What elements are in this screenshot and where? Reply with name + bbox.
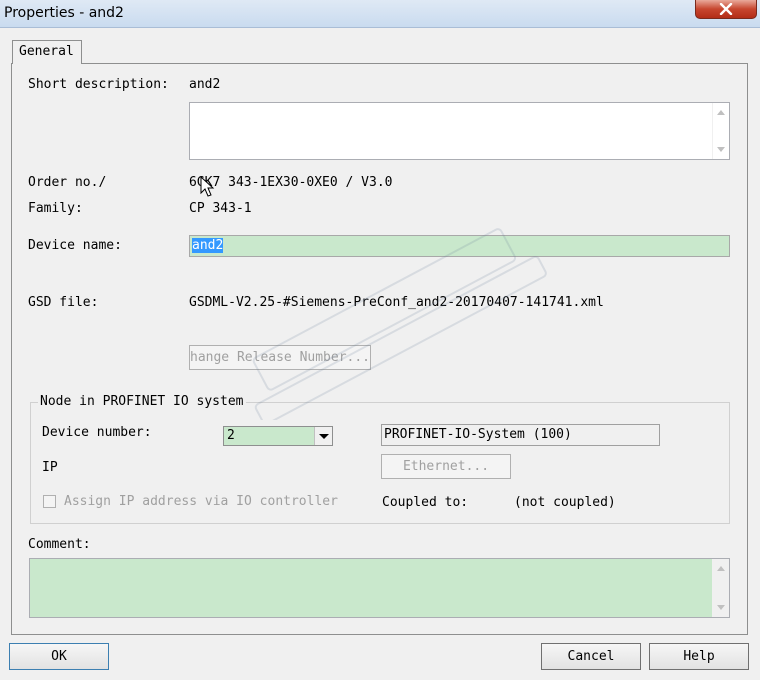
family-label: Family: (28, 201, 83, 216)
device-name-input[interactable]: and2 (189, 235, 730, 257)
family-value: CP 343-1 (189, 201, 252, 216)
close-icon (719, 3, 733, 15)
description-textarea[interactable] (189, 102, 730, 160)
assign-ip-checkbox[interactable] (43, 495, 56, 508)
comment-label: Comment: (28, 537, 91, 552)
window-title: Properties - and2 (4, 5, 124, 21)
scroll-down-icon[interactable] (717, 605, 725, 610)
comment-scrollbar[interactable] (712, 559, 729, 617)
title-bar[interactable]: Properties - and2 (0, 0, 760, 28)
change-release-number-button[interactable]: hange Release Number... (189, 345, 371, 370)
gsd-file-value: GSDML-V2.25-#Siemens-PreConf_and2-201704… (189, 295, 604, 310)
ip-label: IP (42, 460, 58, 475)
device-number-value: 2 (227, 428, 235, 443)
ok-button[interactable]: OK (9, 643, 109, 670)
device-name-value: and2 (192, 238, 224, 253)
device-number-select[interactable]: 2 (223, 426, 333, 446)
order-no-label: Order no./ (28, 175, 107, 190)
device-number-label: Device number: (42, 425, 152, 440)
short-description-label: Short description: (28, 77, 169, 92)
help-button[interactable]: Help (649, 643, 749, 670)
order-no-value: 6GK7 343-1EX30-0XE0 / V3.0 (189, 175, 393, 190)
tab-general[interactable]: General (12, 40, 82, 64)
chevron-down-icon[interactable] (314, 427, 332, 445)
coupled-to-label: Coupled to: (382, 495, 469, 510)
close-button[interactable] (695, 0, 757, 19)
mouse-cursor-icon (200, 176, 215, 197)
coupled-to-value: (not coupled) (514, 495, 616, 510)
scroll-down-icon[interactable] (717, 147, 725, 152)
profinet-group-title: Node in PROFINET IO system (38, 394, 246, 409)
io-system-field: PROFINET-IO-System (100) (381, 424, 660, 446)
short-description-value: and2 (189, 77, 221, 92)
gsd-file-label: GSD file: (28, 295, 99, 310)
ethernet-button[interactable]: Ethernet... (381, 454, 511, 479)
description-scrollbar[interactable] (712, 103, 729, 159)
cancel-button[interactable]: Cancel (541, 643, 641, 670)
device-name-label: Device name: (28, 238, 122, 253)
scroll-up-icon[interactable] (717, 110, 725, 115)
scroll-up-icon[interactable] (717, 566, 725, 571)
comment-textarea[interactable] (29, 558, 730, 618)
assign-ip-label: Assign IP address via IO controller (64, 494, 338, 509)
